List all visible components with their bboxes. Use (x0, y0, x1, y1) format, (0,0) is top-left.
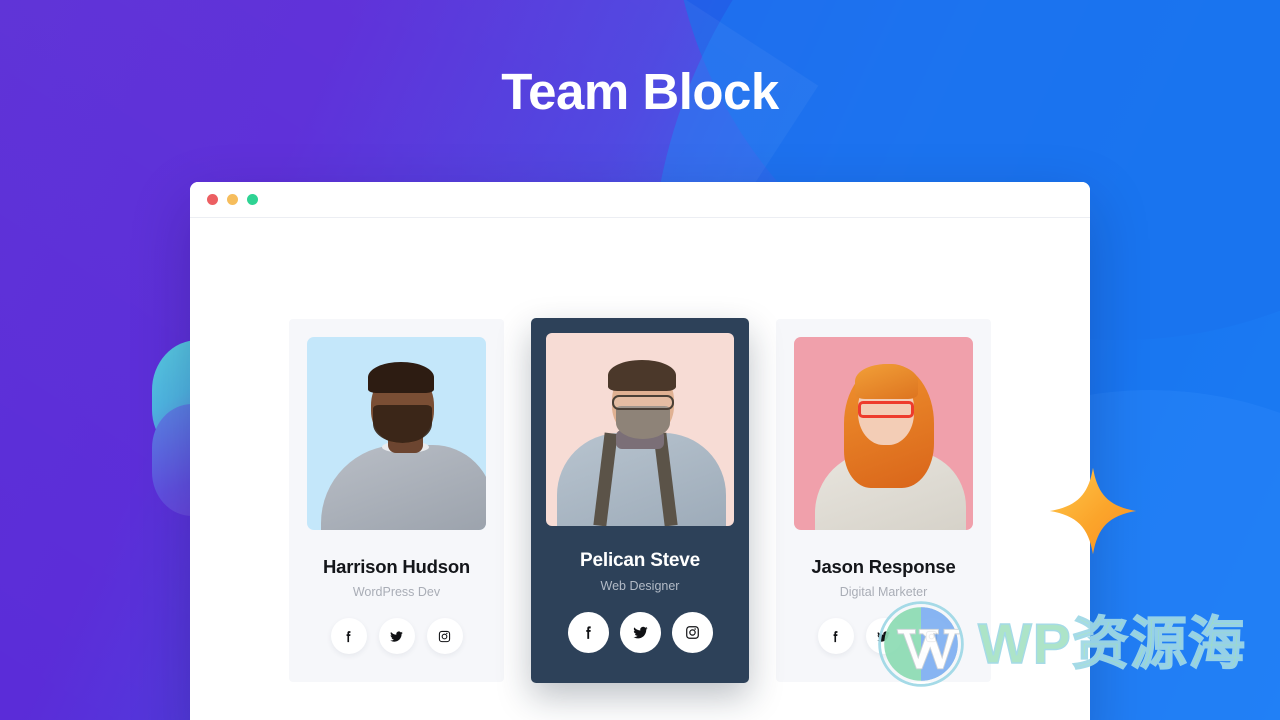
instagram-icon[interactable] (671, 612, 713, 653)
facebook-icon[interactable] (567, 612, 609, 653)
sparkle-star-icon (1049, 467, 1137, 555)
member-name: Harrison Hudson (322, 556, 471, 577)
member-photo (794, 337, 973, 530)
facebook-icon[interactable] (817, 618, 854, 654)
watermark-text: WP资源海 (977, 611, 1246, 676)
page-root: Team Block Harrison Hudson WordPress Dev… (0, 0, 1280, 720)
browser-titlebar (190, 182, 1090, 218)
wordpress-logo (878, 601, 964, 687)
team-card[interactable]: Harrison Hudson WordPress Dev (289, 319, 504, 682)
twitter-icon[interactable] (619, 612, 661, 653)
close-dot[interactable] (207, 194, 218, 205)
member-role: WordPress Dev (352, 585, 441, 599)
member-photo (307, 337, 486, 530)
team-card-featured[interactable]: Pelican Steve Web Designer (531, 318, 749, 683)
member-role: Web Designer (600, 579, 680, 593)
page-title: Team Block (501, 63, 779, 120)
member-name: Pelican Steve (580, 550, 700, 571)
member-role: Digital Marketer (839, 585, 928, 599)
twitter-icon[interactable] (378, 618, 415, 654)
facebook-icon[interactable] (330, 618, 367, 654)
maximize-dot[interactable] (247, 194, 258, 205)
minimize-dot[interactable] (227, 194, 238, 205)
member-socials (546, 612, 734, 653)
member-name: Jason Response (811, 556, 956, 577)
watermark: WP资源海 (875, 598, 1246, 690)
instagram-icon[interactable] (426, 618, 463, 654)
member-photo (546, 333, 734, 526)
member-socials (307, 618, 486, 654)
